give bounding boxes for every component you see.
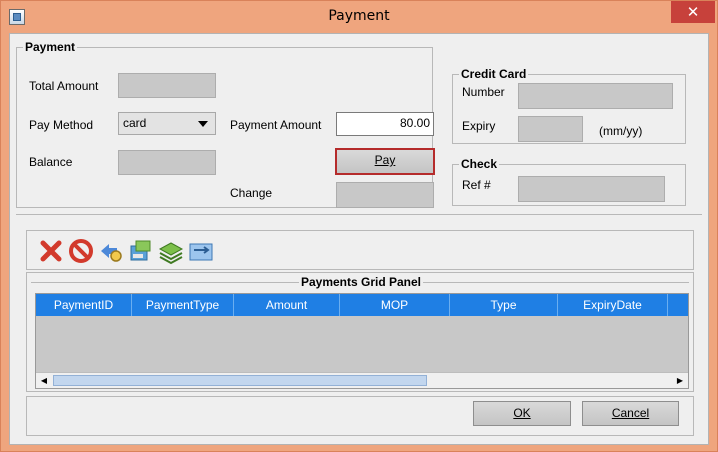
payment-legend: Payment <box>25 40 76 54</box>
delete-icon <box>40 240 62 262</box>
ok-button[interactable]: OK <box>473 401 571 426</box>
change-field <box>336 182 434 208</box>
total-amount-label: Total Amount <box>29 79 99 93</box>
print-icon <box>130 240 151 261</box>
chevron-left-icon: ◀ <box>40 376 48 385</box>
payments-grid[interactable]: PaymentID PaymentType Amount MOP Type Ex… <box>35 293 689 389</box>
grid-header: PaymentID PaymentType Amount MOP Type Ex… <box>36 294 688 316</box>
card-number-input[interactable] <box>518 83 673 109</box>
close-icon: ✕ <box>686 3 700 21</box>
section-divider <box>16 214 702 215</box>
expiry-format-hint: (mm/yy) <box>599 124 643 138</box>
cancel-dialog-button[interactable]: Cancel <box>582 401 679 426</box>
change-label: Change <box>230 186 273 200</box>
stack-icon <box>158 242 184 265</box>
ok-button-label: OK <box>513 406 531 420</box>
card-number-label: Number <box>462 85 505 99</box>
payments-grid-panel: Payments Grid Panel PaymentID PaymentTyp… <box>26 272 694 392</box>
column-header-paymentid[interactable]: PaymentID <box>36 294 132 316</box>
chevron-down-icon <box>198 121 208 127</box>
payment-amount-label: Payment Amount <box>230 118 322 132</box>
column-header-type[interactable]: Type <box>450 294 558 316</box>
credit-card-legend: Credit Card <box>461 67 527 81</box>
print-button[interactable] <box>127 237 155 265</box>
expiry-label: Expiry <box>462 119 496 133</box>
window-title: Payment <box>328 8 390 24</box>
pay-button-label: Pay <box>374 153 396 167</box>
chevron-right-icon: ▶ <box>676 376 684 385</box>
balance-field <box>118 150 216 175</box>
cancel-icon <box>69 239 93 263</box>
pay-method-value: card <box>123 116 147 130</box>
pay-button[interactable]: Pay <box>335 148 435 175</box>
pay-method-label: Pay Method <box>29 118 94 132</box>
grid-title: Payments Grid Panel <box>298 275 424 289</box>
column-header-expirydate[interactable]: ExpiryDate <box>558 294 668 316</box>
total-amount-field <box>118 73 216 98</box>
grid-toolbar <box>26 230 694 270</box>
close-button[interactable]: ✕ <box>671 1 715 23</box>
client-area: Payment Total Amount Pay Method card Pay… <box>9 33 709 445</box>
check-legend: Check <box>461 157 498 171</box>
cancel-button-label: Cancel <box>611 406 650 420</box>
stack-button[interactable] <box>157 237 185 265</box>
column-header-mop[interactable]: MOP <box>340 294 450 316</box>
column-header-overflow <box>668 294 688 316</box>
horizontal-scrollbar[interactable]: ◀ ▶ <box>36 372 688 388</box>
column-header-paymenttype[interactable]: PaymentType <box>132 294 234 316</box>
payment-amount-input[interactable]: 80.00 <box>336 112 434 136</box>
pay-method-select[interactable]: card <box>118 112 216 135</box>
scroll-thumb[interactable] <box>53 375 427 386</box>
transfer-icon <box>189 243 213 261</box>
transfer-button[interactable] <box>187 237 215 265</box>
column-header-amount[interactable]: Amount <box>234 294 340 316</box>
ref-number-input[interactable] <box>518 176 665 202</box>
expiry-input[interactable] <box>518 116 583 142</box>
search-icon <box>101 244 122 262</box>
title-bar[interactable]: Payment ✕ <box>1 1 717 33</box>
scroll-right-button[interactable]: ▶ <box>672 373 688 388</box>
payment-window: Payment ✕ Payment Total Amount Pay Metho… <box>0 0 718 452</box>
balance-label: Balance <box>29 155 73 169</box>
delete-button[interactable] <box>37 237 65 265</box>
search-button[interactable] <box>97 237 125 265</box>
ref-number-label: Ref # <box>462 178 491 192</box>
cancel-button[interactable] <box>67 237 95 265</box>
scroll-left-button[interactable]: ◀ <box>36 373 52 388</box>
